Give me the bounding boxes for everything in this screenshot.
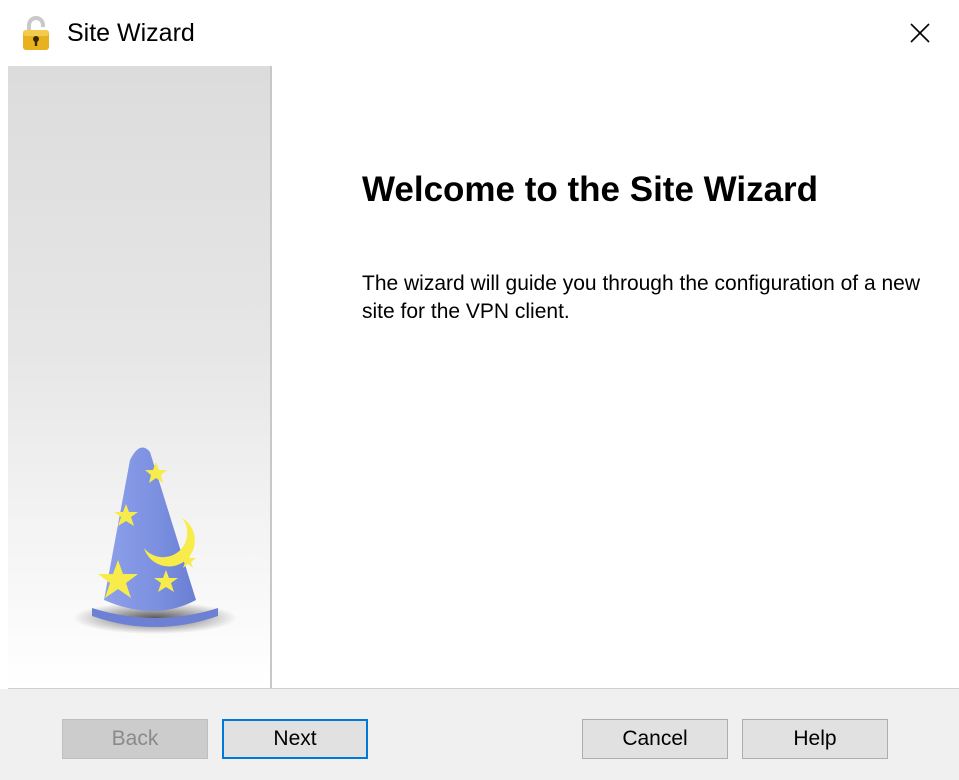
close-icon (910, 23, 930, 43)
back-button[interactable]: Back (62, 719, 208, 759)
next-button[interactable]: Next (222, 719, 368, 759)
wizard-hat-icon (73, 447, 237, 634)
window-title: Site Wizard (67, 19, 195, 47)
panel-divider (270, 66, 272, 688)
wizard-content: Welcome to the Site Wizard The wizard wi… (0, 66, 959, 688)
title-bar: Site Wizard (0, 0, 959, 66)
button-bar: Back Next Cancel Help (0, 689, 959, 780)
close-button[interactable] (895, 12, 945, 54)
cancel-button[interactable]: Cancel (582, 719, 728, 759)
welcome-description: The wizard will guide you through the co… (362, 272, 920, 323)
padlock-icon (23, 16, 49, 50)
welcome-heading: Welcome to the Site Wizard (362, 170, 819, 209)
side-panel (8, 66, 270, 688)
help-button[interactable]: Help (742, 719, 888, 759)
